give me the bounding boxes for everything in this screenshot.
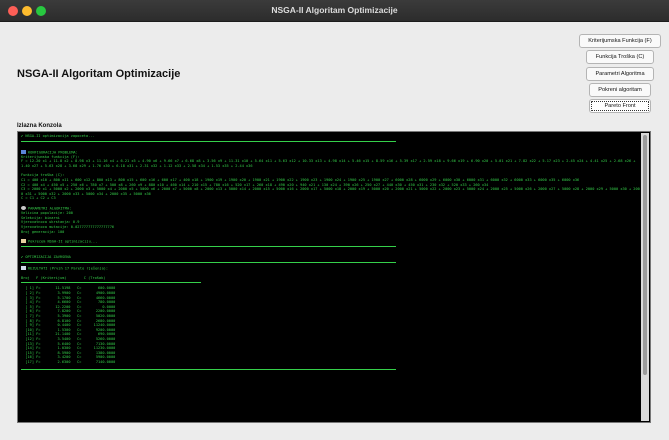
scrollbar-thumb[interactable] [643, 135, 647, 375]
cost-formula-c3: C3 = 2000 x1 + 5000 x2 + 2000 x3 + 5000 … [21, 187, 640, 196]
console-label: Izlazna Konzola [17, 123, 62, 129]
clipboard-icon [21, 149, 26, 154]
separator-line [21, 246, 396, 248]
hourglass-icon [21, 239, 26, 244]
output-console[interactable]: ✔ NSGA-II optimizacija zapoceta... KONFI… [17, 131, 651, 423]
row-number: [ 5] F= [21, 304, 41, 309]
pareto-front-button[interactable]: Pareto Front [589, 99, 651, 114]
run-message: Pokrecem NSGA-II optimizaciju... [28, 239, 98, 244]
row-number: [15] F= [21, 350, 41, 355]
row-number: [13] F= [21, 341, 41, 346]
cost-function-button[interactable]: Funkcija Troška (C) [586, 50, 654, 65]
console-scrollbar[interactable] [641, 133, 649, 421]
done-message: ✔ OPTIMIZACIJA ZAVRSENA [21, 255, 71, 260]
row-number: [ 6] F= [21, 309, 41, 314]
row-c-value: 7140.0000 [95, 359, 116, 364]
row-number: [10] F= [21, 327, 41, 332]
criterion-function-button[interactable]: Kriterijumska Funkcija (F) [579, 34, 661, 48]
config-header: KONFIGURACIJA PROBLEMA: [28, 150, 78, 155]
separator-line [21, 282, 201, 284]
wrench-icon [21, 206, 26, 211]
row-number: [ 9] F= [21, 323, 41, 328]
row-number: [14] F= [21, 346, 41, 351]
cost-formula-c1: C1 = 400 x10 + 800 x11 + 600 x12 + 800 x… [21, 178, 580, 183]
console-text-area[interactable]: ✔ NSGA-II optimizacija zapoceta... KONFI… [21, 134, 640, 420]
row-number: [ 4] F= [21, 300, 41, 305]
row-f-value: 2.6300 [57, 359, 71, 364]
chart-icon [21, 265, 26, 270]
window-title: NSGA-II Algoritam Optimizacije [271, 5, 398, 15]
row-number: [ 3] F= [21, 295, 41, 300]
results-table-header: Broj F (Kriterijum) C (Trošak) [21, 275, 106, 280]
row-number: [11] F= [21, 332, 41, 337]
row-number: [16] F= [21, 355, 41, 360]
separator-line [21, 140, 396, 142]
results-header: REZULTATI (Prvih 17 Pareto rješenja): [28, 266, 109, 271]
row-number: [17] F= [21, 359, 41, 364]
row-number: [ 8] F= [21, 318, 41, 323]
row-number: [ 1] F= [21, 286, 41, 291]
row-number: [12] F= [21, 337, 41, 341]
row-number: [ 7] F= [21, 314, 41, 319]
action-button-panel: Kriterijumska Funkcija (F) Funkcija Troš… [579, 34, 661, 115]
criterion-formula: F = 12.20 x1 + 11.8 x2 + 8.98 x3 + 11.16… [21, 159, 638, 168]
page-title: NSGA-II Algoritam Optimizacije [17, 68, 181, 80]
algorithm-parameters-button[interactable]: Parametri Algoritma [586, 66, 654, 81]
start-message: ✔ NSGA-II optimizacija zapoceta... [21, 134, 95, 138]
params-header: PARAMETRI ALGORITMA: [28, 206, 72, 211]
app-window: NSGA-II Algoritam Optimizacije NSGA-II A… [0, 0, 669, 440]
table-row: [17] F= 2.6300 C= 7140.0000 [21, 359, 116, 364]
separator-line [21, 261, 396, 263]
separator-line [21, 368, 396, 370]
run-algorithm-button[interactable]: Pokreni algoritam [589, 82, 651, 97]
title-bar: NSGA-II Algoritam Optimizacije [0, 0, 669, 22]
results-table-body: [ 1] F= 11.5198 C= 600.0000 [ 2] F= 3.9900 … [21, 286, 640, 364]
row-number: [ 2] F= [21, 291, 41, 296]
